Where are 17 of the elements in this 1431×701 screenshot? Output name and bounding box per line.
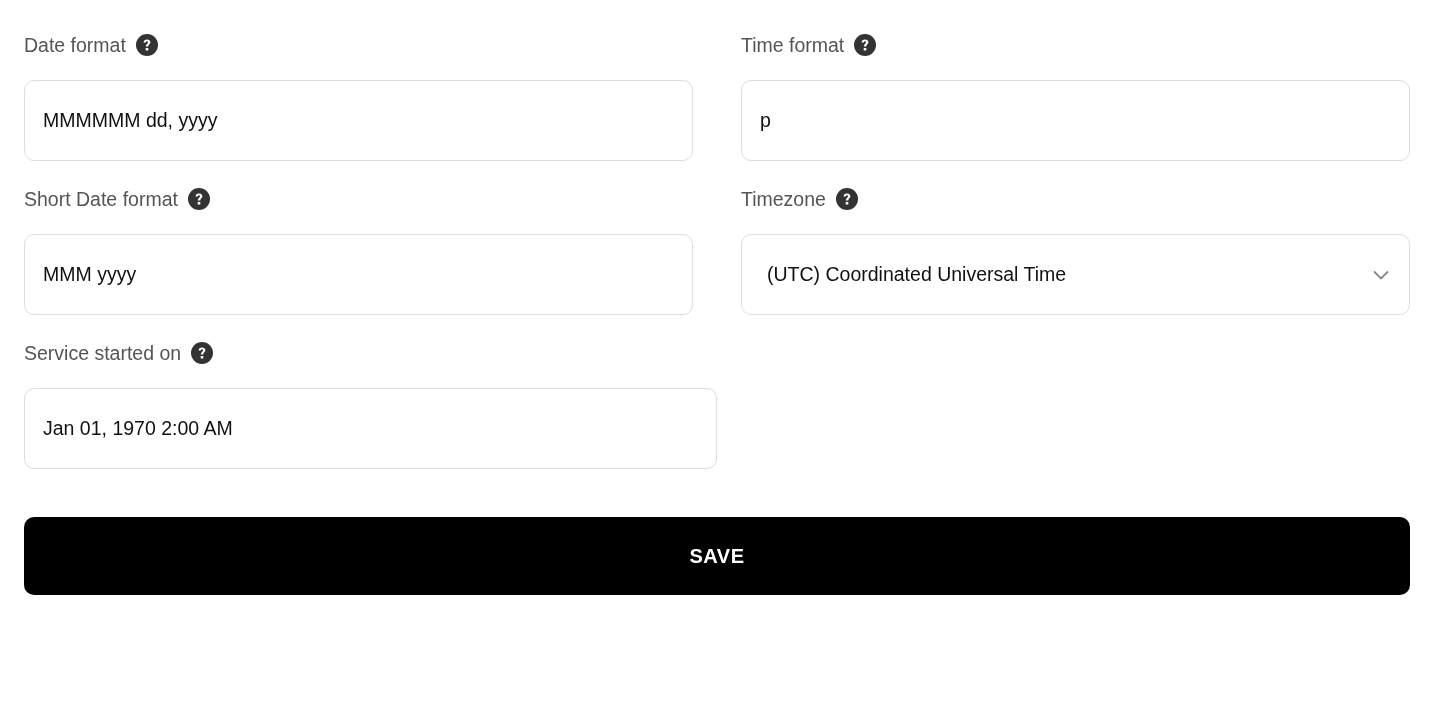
input-field[interactable]: Jan 01, 1970 2:00 AM [24, 388, 717, 469]
input-field[interactable]: p [741, 80, 1410, 161]
help-icon[interactable] [854, 34, 877, 56]
help-icon[interactable] [135, 34, 158, 56]
help-icon[interactable] [191, 342, 214, 364]
field-label: Timezone [741, 187, 826, 211]
input-field[interactable]: MMM yyyy [24, 234, 693, 315]
field-label: Service started on [24, 341, 182, 365]
timezone-dropdown[interactable]: (UTC) Coordinated Universal Time [741, 234, 1410, 315]
save-button[interactable]: SAVE [24, 517, 1410, 595]
chevron-down-icon [1373, 269, 1389, 280]
help-icon[interactable] [187, 188, 210, 210]
field-label: Date format [24, 33, 126, 57]
input-field[interactable]: MMMMMM dd, yyyy [24, 80, 693, 161]
field-label: Short Date format [24, 187, 178, 211]
help-icon[interactable] [835, 188, 858, 210]
field-label: Time format [741, 33, 845, 57]
